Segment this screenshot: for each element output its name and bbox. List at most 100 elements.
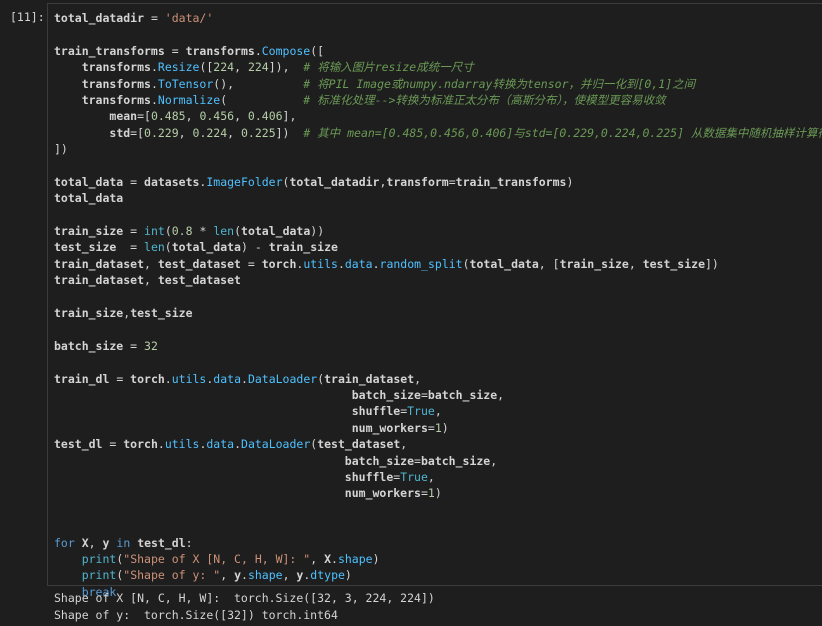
code-token: print <box>81 568 117 583</box>
code-token: len <box>213 224 235 239</box>
code-line: train_transforms = transforms.Compose([ <box>54 43 822 59</box>
code-token: # 将输入图片resize成统一尺寸 <box>303 60 474 75</box>
code-token: dtype <box>310 568 345 583</box>
code-token: Resize <box>157 60 200 75</box>
code-line: total_data = datasets.ImageFolder(total_… <box>54 174 822 190</box>
code-token: . <box>150 92 158 107</box>
code-token: 32 <box>144 338 158 353</box>
code-token: = <box>123 224 145 239</box>
code-token: . <box>241 568 248 583</box>
code-line: shuffle=True, <box>54 403 822 419</box>
code-token: train_dataset <box>324 371 415 386</box>
code-token: 'data/' <box>164 11 214 25</box>
code-token: , <box>88 535 103 550</box>
code-token: ], <box>282 109 297 124</box>
code-token: = <box>109 371 131 386</box>
code-token: print <box>81 551 117 566</box>
code-token: std <box>109 125 131 140</box>
cell-prompt: [11]: <box>10 10 45 24</box>
code-token: torch <box>123 437 158 452</box>
code-token: , <box>178 125 193 140</box>
code-token: 224 <box>213 60 235 75</box>
code-token: ]) <box>54 142 68 157</box>
code-token: X <box>81 535 89 550</box>
code-token: , <box>434 404 442 419</box>
code-token: =[ <box>130 125 145 140</box>
code-token: utils <box>303 256 338 271</box>
code-line: mean=[0.485, 0.456, 0.406], <box>54 108 822 124</box>
code-token: train_transforms <box>455 174 567 189</box>
code-token: = <box>123 338 145 353</box>
code-token: test_dataset <box>157 273 241 288</box>
code-token: Normalize <box>157 92 221 107</box>
code-token: total_data <box>469 256 539 271</box>
code-token: ([ <box>310 43 325 58</box>
code-token: ) <box>441 420 449 435</box>
code-token: : <box>185 535 193 550</box>
code-token: , <box>282 568 297 583</box>
output-line: Shape of X [N, C, H, W]: torch.Size([32,… <box>54 591 435 605</box>
code-token: transforms <box>81 76 151 91</box>
code-line: transforms.ToTensor(), # 将PIL Image或nump… <box>54 76 822 92</box>
code-cell[interactable]: total_datadir = 'data/' train_transforms… <box>47 3 822 599</box>
code-token: shape <box>247 568 283 583</box>
code-token: data <box>344 256 373 271</box>
code-token: len <box>144 240 165 255</box>
code-token: ) <box>566 174 574 189</box>
code-token: . <box>337 256 345 271</box>
code-token: , <box>144 273 158 288</box>
code-token: data <box>206 437 235 452</box>
code-line: train_size,test_size <box>54 305 822 321</box>
code-line: train_dl = torch.utils.data.DataLoader(t… <box>54 371 822 387</box>
code-token: =[ <box>137 109 151 124</box>
code-token: # 标准化处理-->转换为标准正太分布（高斯分布），使模型更容易收敛 <box>303 92 666 107</box>
code-token: test_size <box>130 306 193 321</box>
code-token: # 其中 mean=[0.485,0.456,0.406]与std=[0.229… <box>303 125 822 140</box>
code-token: 0.225 <box>241 125 276 140</box>
code-token: utils <box>164 437 200 452</box>
code-token: = <box>164 43 186 58</box>
code-line: train_dataset, test_dataset = torch.util… <box>54 256 822 272</box>
code-token: True <box>400 469 428 484</box>
code-token: shuffle <box>344 469 394 484</box>
code-token: . <box>164 371 172 386</box>
code-token: DataLoader <box>247 371 318 386</box>
code-editor[interactable]: total_datadir = 'data/' train_transforms… <box>54 10 822 600</box>
code-token: in <box>116 535 131 550</box>
code-token: . <box>150 60 158 75</box>
code-token: = <box>420 486 428 501</box>
code-line: num_workers=1) <box>54 485 822 501</box>
code-token: train_size <box>559 256 629 271</box>
code-token: , [ <box>538 256 560 271</box>
code-line: for X, y in test_dl: <box>54 535 822 551</box>
code-token: datasets <box>144 174 200 189</box>
code-token: batch_size <box>351 387 421 402</box>
code-token: ) <box>344 568 352 583</box>
code-token: 1 <box>434 420 442 435</box>
code-line: print("Shape of y: ", y.shape, y.dtype) <box>54 567 822 583</box>
code-token: test_dl <box>137 535 186 550</box>
code-token: test_size <box>54 240 117 255</box>
code-token: train_size <box>268 240 338 255</box>
code-token: "Shape of y: " <box>123 568 221 583</box>
code-token: = <box>420 387 428 402</box>
code-token: 0.229 <box>144 125 179 140</box>
code-token: ( <box>164 224 172 239</box>
code-token: , <box>310 551 325 566</box>
code-token: test_size <box>642 256 705 271</box>
code-token: batch_size <box>54 338 124 353</box>
code-line: batch_size=batch_size, <box>54 453 822 469</box>
code-token: , <box>497 387 505 402</box>
code-token: X <box>324 551 331 566</box>
code-token: DataLoader <box>241 437 311 452</box>
code-line: train_dataset, test_dataset <box>54 272 822 288</box>
